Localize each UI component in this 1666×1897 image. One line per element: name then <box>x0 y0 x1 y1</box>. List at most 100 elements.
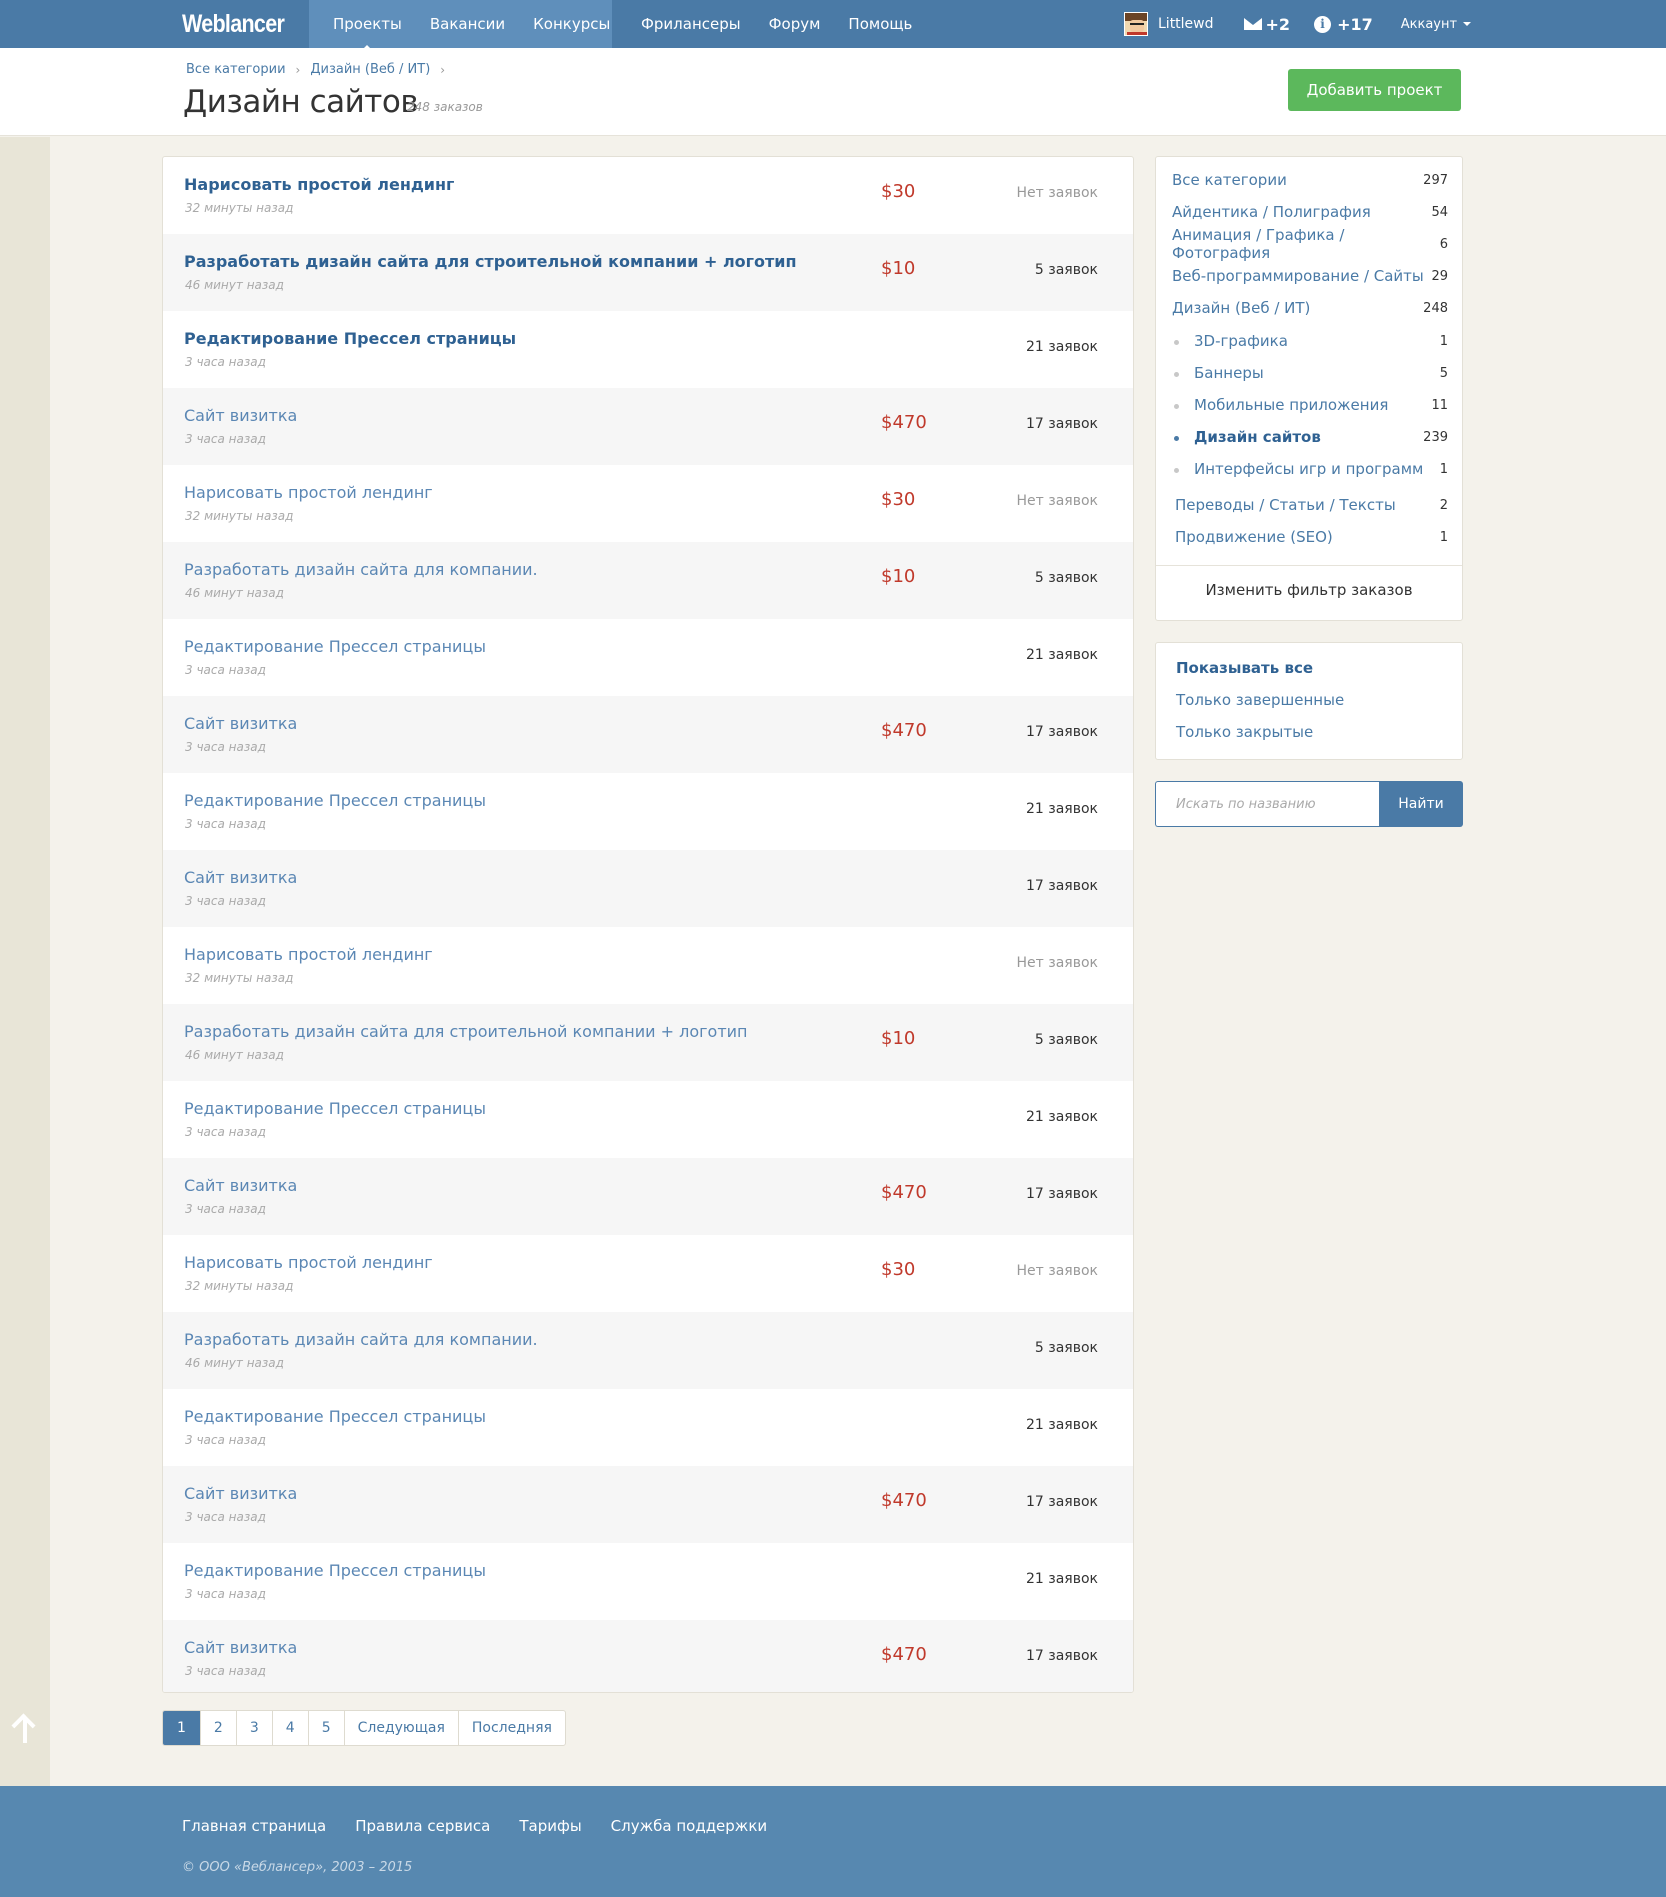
project-title-link[interactable]: Разработать дизайн сайта для строительно… <box>184 252 797 271</box>
project-title-link[interactable]: Сайт визитка <box>184 406 297 425</box>
project-bids: 21 заявок <box>1026 339 1098 355</box>
project-title-link[interactable]: Разработать дизайн сайта для строительно… <box>184 1022 748 1041</box>
project-title-link[interactable]: Сайт визитка <box>184 1484 297 1503</box>
project-row[interactable]: Нарисовать простой лендинг 32 минуты наза… <box>163 1235 1133 1312</box>
project-row[interactable]: Сайт визитка 3 часа назад $470 17 заявок <box>163 696 1133 773</box>
category-item[interactable]: Интерфейсы игр и программ 1 <box>1172 458 1448 480</box>
top-navigation-bar: Weblancer Проекты Вакансии Конкурсы Фрил… <box>0 0 1666 50</box>
project-title-link[interactable]: Разработать дизайн сайта для компании. <box>184 560 538 579</box>
site-logo[interactable]: Weblancer <box>182 7 285 41</box>
project-bids: 5 заявок <box>1034 1340 1098 1356</box>
messages-count[interactable]: +2 <box>1266 15 1291 34</box>
page-header: Все категории › Дизайн (Веб / ИТ) › Диза… <box>0 48 1666 136</box>
project-row[interactable]: Сайт визитка 3 часа назад 17 заявок <box>163 850 1133 927</box>
avatar[interactable] <box>1124 12 1148 36</box>
arrow-up-icon[interactable] <box>12 1713 38 1745</box>
status-completed[interactable]: Только завершенные <box>1176 691 1344 709</box>
breadcrumb-design[interactable]: Дизайн (Веб / ИТ) <box>310 62 430 77</box>
project-row[interactable]: Редактирование Прессел страницы 3 часа на… <box>163 619 1133 696</box>
project-title-link[interactable]: Нарисовать простой лендинг <box>184 175 454 194</box>
page-button-4[interactable]: 4 <box>273 1711 309 1745</box>
project-row[interactable]: Нарисовать простой лендинг 32 минуты наза… <box>163 157 1133 234</box>
category-name: Баннеры <box>1172 364 1264 382</box>
project-time: 3 часа назад <box>185 663 266 677</box>
breadcrumb-all-categories[interactable]: Все категории <box>186 62 286 77</box>
user-name[interactable]: Littlewd <box>1158 16 1214 32</box>
project-row[interactable]: Сайт визитка 3 часа назад $470 17 заявок <box>163 1620 1133 1692</box>
nav-projects[interactable]: Проекты <box>333 15 402 50</box>
project-bids: 5 заявок <box>1034 262 1098 278</box>
project-title-link[interactable]: Редактирование Прессел страницы <box>184 637 486 656</box>
project-title-link[interactable]: Сайт визитка <box>184 1638 297 1657</box>
footer-link-home[interactable]: Главная страница <box>182 1817 326 1835</box>
add-project-button[interactable]: Добавить проект <box>1288 69 1461 111</box>
category-item[interactable]: 3D-графика 1 <box>1172 330 1448 352</box>
category-item[interactable]: Продвижение (SEO) 1 <box>1172 526 1448 548</box>
project-row[interactable]: Разработать дизайн сайта для компании. 46… <box>163 1312 1133 1389</box>
last-page-button[interactable]: Последняя <box>459 1711 565 1745</box>
page-button-3[interactable]: 3 <box>237 1711 273 1745</box>
project-row[interactable]: Редактирование Прессел страницы 3 часа на… <box>163 1543 1133 1620</box>
category-item[interactable]: Дизайн сайтов 239 <box>1172 426 1448 448</box>
category-item[interactable]: Все категории 297 <box>1172 169 1448 191</box>
project-title-link[interactable]: Разработать дизайн сайта для компании. <box>184 1330 538 1349</box>
nav-vacancies[interactable]: Вакансии <box>430 15 505 33</box>
project-title-link[interactable]: Редактирование Прессел страницы <box>184 791 486 810</box>
category-item[interactable]: Переводы / Статьи / Тексты 2 <box>1172 494 1448 516</box>
footer-link-tariffs[interactable]: Тарифы <box>519 1817 581 1835</box>
project-title-link[interactable]: Редактирование Прессел страницы <box>184 329 516 348</box>
project-row[interactable]: Разработать дизайн сайта для строительно… <box>163 1004 1133 1081</box>
page-button-2[interactable]: 2 <box>201 1711 237 1745</box>
category-item[interactable]: Анимация / Графика / Фотография 6 <box>1172 226 1448 262</box>
project-price: $470 <box>881 1182 927 1203</box>
page-button-1[interactable]: 1 <box>163 1711 201 1745</box>
project-row[interactable]: Редактирование Прессел страницы 3 часа на… <box>163 311 1133 388</box>
project-row[interactable]: Нарисовать простой лендинг 32 минуты наза… <box>163 465 1133 542</box>
project-title-link[interactable]: Нарисовать простой лендинг <box>184 945 433 964</box>
project-row[interactable]: Редактирование Прессел страницы 3 часа на… <box>163 1389 1133 1466</box>
footer-link-rules[interactable]: Правила сервиса <box>355 1817 490 1835</box>
project-row[interactable]: Редактирование Прессел страницы 3 часа на… <box>163 1081 1133 1158</box>
project-title-link[interactable]: Сайт визитка <box>184 1176 297 1195</box>
change-filter-link[interactable]: Изменить фильтр заказов <box>1156 581 1462 599</box>
project-title-link[interactable]: Редактирование Прессел страницы <box>184 1407 486 1426</box>
search-button[interactable]: Найти <box>1379 781 1463 827</box>
project-title-link[interactable]: Нарисовать простой лендинг <box>184 483 433 502</box>
status-show-all[interactable]: Показывать все <box>1176 659 1313 677</box>
nav-forum[interactable]: Форум <box>769 15 821 33</box>
project-title-link[interactable]: Сайт визитка <box>184 714 297 733</box>
project-row[interactable]: Разработать дизайн сайта для компании. 46… <box>163 542 1133 619</box>
project-price: $10 <box>881 258 916 279</box>
category-item[interactable]: Веб-программирование / Сайты 29 <box>1172 265 1448 287</box>
account-menu[interactable]: Аккаунт <box>1401 17 1472 32</box>
search-input[interactable] <box>1155 781 1379 827</box>
project-row[interactable]: Разработать дизайн сайта для строительно… <box>163 234 1133 311</box>
project-row[interactable]: Сайт визитка 3 часа назад $470 17 заявок <box>163 1466 1133 1543</box>
category-item[interactable]: Мобильные приложения 11 <box>1172 394 1448 416</box>
project-bids: 21 заявок <box>1026 801 1098 817</box>
project-title-link[interactable]: Сайт визитка <box>184 868 297 887</box>
project-price: $10 <box>881 1028 916 1049</box>
category-name: Все категории <box>1172 171 1287 189</box>
project-row[interactable]: Сайт визитка 3 часа назад $470 17 заявок <box>163 1158 1133 1235</box>
project-row[interactable]: Редактирование Прессел страницы 3 часа на… <box>163 773 1133 850</box>
project-row[interactable]: Сайт визитка 3 часа назад $470 17 заявок <box>163 388 1133 465</box>
footer-link-support[interactable]: Служба поддержки <box>611 1817 767 1835</box>
nav-contests[interactable]: Конкурсы <box>533 15 610 33</box>
project-title-link[interactable]: Редактирование Прессел страницы <box>184 1099 486 1118</box>
project-title-link[interactable]: Редактирование Прессел страницы <box>184 1561 486 1580</box>
mail-icon[interactable] <box>1243 18 1262 30</box>
category-item[interactable]: Айдентика / Полиграфия 54 <box>1172 201 1448 223</box>
project-row[interactable]: Нарисовать простой лендинг 32 минуты наза… <box>163 927 1133 1004</box>
page-button-5[interactable]: 5 <box>309 1711 345 1745</box>
nav-help[interactable]: Помощь <box>848 15 912 33</box>
info-icon[interactable]: i <box>1314 15 1332 33</box>
nav-freelancers[interactable]: Фрилансеры <box>641 15 741 33</box>
next-page-button[interactable]: Следующая <box>345 1711 459 1745</box>
category-item[interactable]: Дизайн (Веб / ИТ) 248 <box>1172 297 1448 319</box>
project-title-link[interactable]: Нарисовать простой лендинг <box>184 1253 433 1272</box>
category-item[interactable]: Баннеры 5 <box>1172 362 1448 384</box>
status-closed[interactable]: Только закрытые <box>1176 723 1313 741</box>
notifications-count[interactable]: +17 <box>1337 15 1373 34</box>
divider <box>1156 565 1462 566</box>
